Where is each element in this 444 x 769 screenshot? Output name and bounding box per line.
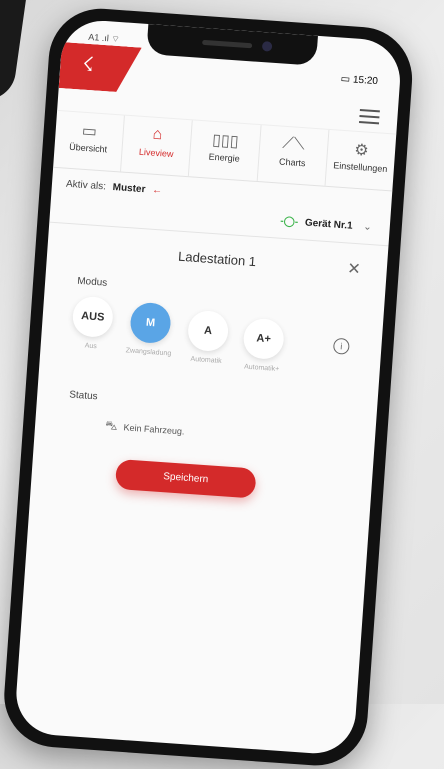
car-crossed-icon: ⛍ — [104, 418, 119, 433]
status-value: ⛍ Kein Fahrzeug. — [105, 418, 185, 440]
line-chart-icon: ⟋⟍ — [281, 134, 306, 154]
status-time: ▭ 15:20 — [340, 74, 378, 88]
tab-overview[interactable]: ▭ Übersicht — [53, 110, 126, 172]
device-name: Gerät Nr.1 — [304, 217, 353, 232]
mode-auto-plus[interactable]: A+ Automatik+ — [239, 317, 287, 373]
main-nav: ▭ Übersicht ⌂ Liveview ▯▯▯ Energie ⟋⟍ Ch… — [53, 109, 397, 192]
mode-auto-button[interactable]: A — [186, 309, 230, 353]
active-as: Aktiv als: Muster ← — [66, 179, 163, 197]
mode-forced-button[interactable]: M — [129, 301, 172, 345]
phone-screen: A1 .ıl ⌔ ▭ 15:20 ☇ ▭ Übersicht ⌂ Livevie… — [13, 18, 403, 757]
close-icon[interactable]: ✕ — [347, 259, 362, 280]
carrier-signal: A1 .ıl ⌔ — [87, 31, 121, 45]
phone-notch — [146, 24, 318, 66]
tab-settings[interactable]: ⚙ Einstellungen — [325, 130, 396, 191]
home-icon: ⌂ — [152, 125, 163, 144]
card-title: Ladestation 1 — [177, 248, 257, 270]
mode-forced-label: Zwangsladung — [125, 347, 172, 358]
tab-label: Energie — [208, 151, 241, 164]
mode-auto-label: Automatik — [190, 355, 222, 365]
battery-icon: ▭ — [340, 73, 354, 86]
mode-auto-plus-label: Automatik+ — [243, 363, 280, 374]
device-selector[interactable]: -◯- Gerät Nr.1 ⌄ — [280, 216, 372, 233]
tab-energy[interactable]: ▯▯▯ Energie — [189, 120, 262, 182]
modus-label: Modus — [76, 275, 108, 289]
clock-text: 15:20 — [352, 74, 379, 88]
mode-forced[interactable]: M Zwangsladung — [126, 301, 174, 357]
status-label: Status — [68, 389, 98, 403]
mode-off[interactable]: AUS Aus — [69, 295, 117, 351]
bar-chart-icon: ▯▯▯ — [211, 131, 240, 151]
mode-off-label: Aus — [84, 342, 98, 351]
tab-label: Übersicht — [68, 141, 108, 155]
tab-liveview[interactable]: ⌂ Liveview — [121, 115, 194, 177]
save-button[interactable]: Speichern — [114, 458, 257, 499]
background-phone — [0, 0, 29, 104]
plug-icon: -◯- — [279, 215, 299, 228]
brand-logo[interactable]: ☇ — [59, 42, 142, 93]
status-text: Kein Fahrzeug. — [123, 422, 185, 437]
tab-label: Liveview — [138, 146, 174, 160]
active-user[interactable]: Muster — [112, 182, 145, 195]
tab-label: Charts — [278, 156, 306, 169]
phone-frame: A1 .ıl ⌔ ▭ 15:20 ☇ ▭ Übersicht ⌂ Livevie… — [0, 5, 416, 769]
active-as-label: Aktiv als: — [65, 178, 107, 193]
speaker — [202, 39, 253, 49]
front-camera — [261, 41, 273, 52]
arrow-left-icon: ← — [151, 184, 163, 197]
menu-icon[interactable] — [358, 109, 380, 125]
tab-charts[interactable]: ⟋⟍ Charts — [257, 125, 330, 186]
monitor-icon: ▭ — [81, 122, 98, 141]
logo-icon: ☇ — [81, 53, 95, 77]
chevron-down-icon: ⌄ — [362, 221, 373, 234]
mode-auto[interactable]: A Automatik — [184, 309, 232, 365]
mode-auto-plus-button[interactable]: A+ — [242, 317, 286, 361]
mode-off-button[interactable]: AUS — [71, 295, 115, 339]
mode-selector: AUS Aus M Zwangsladung A Automatik A+ Au… — [67, 295, 352, 394]
